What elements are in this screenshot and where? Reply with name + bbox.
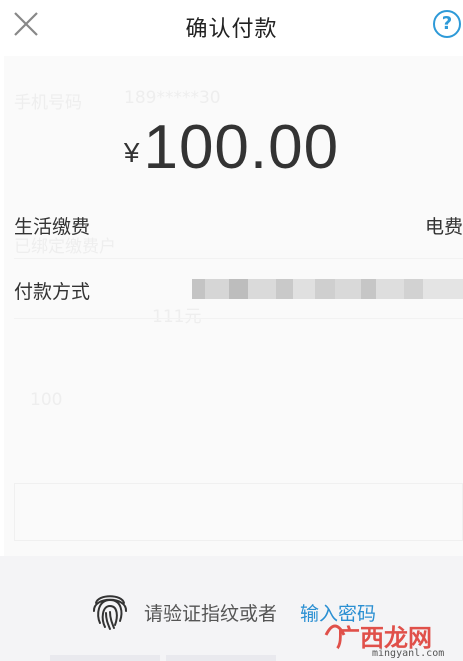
amount-value: 100.00 (143, 113, 340, 182)
ghost-small-1: 111元 (152, 307, 202, 327)
category-label: 生活缴费 (14, 216, 91, 238)
help-icon[interactable]: ? (433, 10, 461, 38)
currency-symbol: ¥ (123, 137, 140, 168)
ghost-input-box (14, 483, 463, 541)
category-value: 电费 (424, 216, 463, 238)
ghost-divider (14, 318, 463, 319)
amount-display: ¥100.00 (0, 112, 463, 183)
ghost-small-2: 100 (30, 390, 63, 410)
watermark-url: mingyanl.com (372, 648, 445, 659)
verify-prompt: 请验证指纹或者 (144, 603, 278, 625)
payment-method-value-blurred[interactable] (192, 279, 463, 299)
fingerprint-icon[interactable] (90, 587, 130, 631)
ghost-divider (14, 258, 463, 259)
top-bar: 确认付款 ? (0, 0, 463, 56)
payment-method-label: 付款方式 (14, 281, 91, 303)
keyboard-edge (50, 655, 160, 661)
ghost-phone-value: 189*****30 (124, 88, 221, 108)
page-title: 确认付款 (185, 17, 278, 42)
keyboard-edge (166, 655, 276, 661)
ghost-phone-label: 手机号码 (14, 93, 82, 113)
